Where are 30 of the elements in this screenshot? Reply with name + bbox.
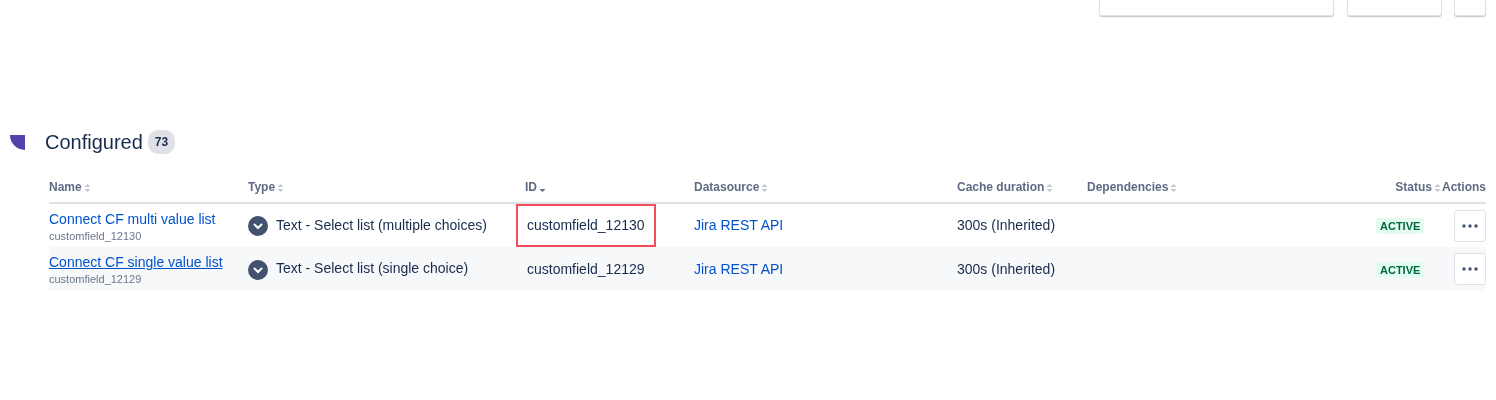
field-name-link[interactable]: Connect CF multi value list (49, 210, 216, 228)
column-header[interactable]: Status (1395, 180, 1432, 194)
cache-duration: 300s (Inherited) (957, 260, 1056, 277)
logo-icon (10, 134, 25, 150)
field-id: customfield_12130 (516, 204, 656, 247)
column-header[interactable]: Actions (1442, 180, 1486, 194)
column-header[interactable]: Datasource (694, 180, 760, 194)
field-key: customfield_12130 (49, 229, 248, 243)
field-key: customfield_12129 (49, 273, 248, 286)
datasource-link[interactable]: Jira REST API (694, 217, 784, 233)
field-type: Text - Select list (multiple choices) (276, 216, 487, 233)
datasource-link[interactable]: Jira REST API (694, 260, 784, 277)
column-header[interactable]: Type (248, 180, 276, 194)
column-header[interactable]: Name (49, 180, 82, 194)
column-header[interactable]: Dependencies (1087, 180, 1169, 194)
cache-duration: 300s (Inherited) (957, 217, 1056, 233)
section-title: Configured (45, 130, 143, 155)
status-lozenge: ACTIVE (1376, 261, 1425, 278)
field-id: customfield_12129 (526, 259, 646, 279)
field-type: Text - Select list (single choice) (276, 260, 469, 277)
status-lozenge: ACTIVE (1376, 218, 1425, 234)
dropdown-icon (248, 216, 268, 237)
count-badge: 73 (147, 130, 176, 154)
column-header[interactable]: Cache duration (957, 180, 1045, 194)
more-actions-button[interactable] (1454, 253, 1486, 285)
column-header[interactable]: ID (525, 180, 537, 194)
more-actions-button[interactable] (1454, 209, 1486, 242)
more-icon (1462, 267, 1478, 271)
field-name-link[interactable]: Connect CF single value list (49, 254, 223, 271)
more-icon (1462, 223, 1478, 228)
